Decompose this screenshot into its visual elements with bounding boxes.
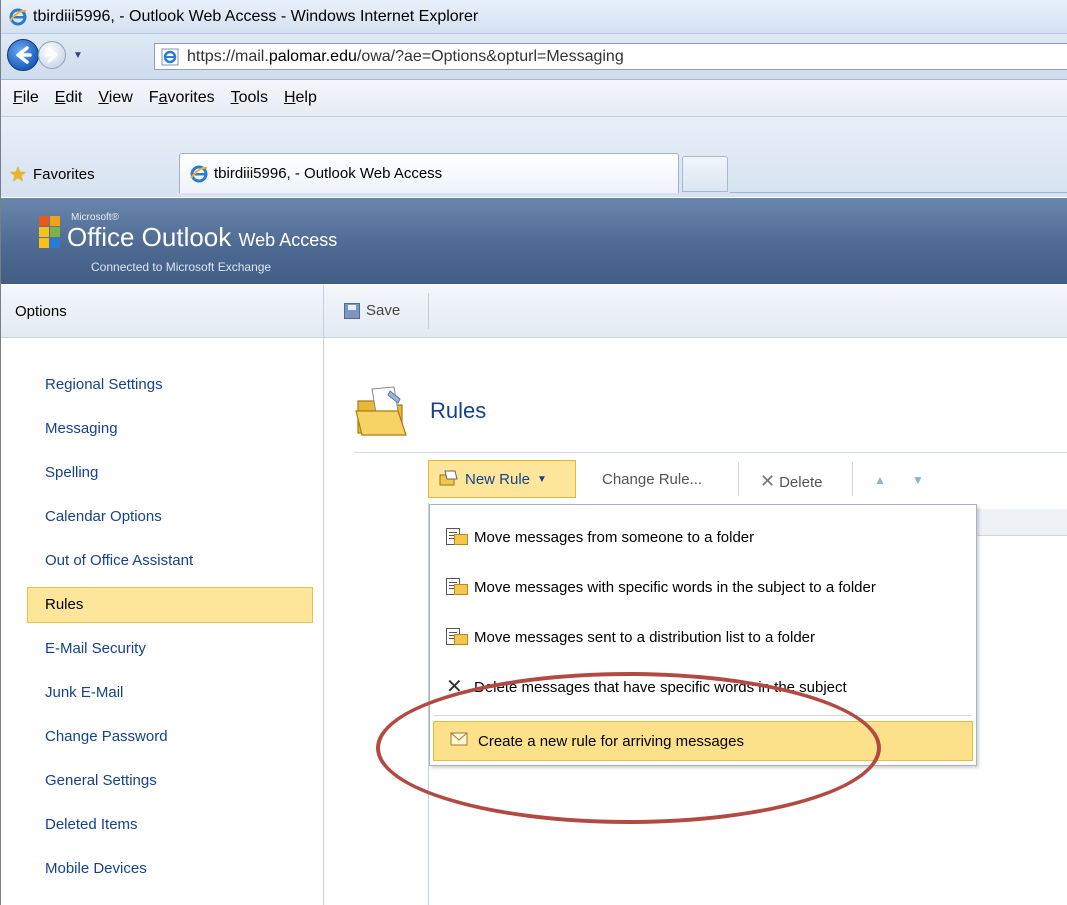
sidebar-item-out-of-office[interactable]: Out of Office Assistant xyxy=(1,539,323,583)
rules-toolbar: New Rule ▼ Change Rule... ✕ Delete ▲ ▼ xyxy=(428,454,1067,504)
sidebar-item-junk-email[interactable]: Junk E-Mail xyxy=(1,671,323,715)
rule-template-icon xyxy=(446,578,468,596)
menu-tools[interactable]: Tools xyxy=(231,89,268,107)
sidebar-item-change-password[interactable]: Change Password xyxy=(1,715,323,759)
tab-ie-icon xyxy=(190,165,208,183)
page-title: Rules xyxy=(430,398,487,423)
menu-view[interactable]: View xyxy=(98,89,132,107)
toolbar-divider xyxy=(852,462,853,496)
ie-logo-icon xyxy=(9,8,27,26)
delete-label: Delete xyxy=(779,474,823,491)
title-bar: tbirdiii5996, - Outlook Web Access - Win… xyxy=(1,0,1067,34)
rules-folder-icon xyxy=(354,385,410,439)
toolbar-divider xyxy=(738,462,739,496)
rule-template-icon xyxy=(446,628,468,646)
sidebar-item-calendar-options[interactable]: Calendar Options xyxy=(1,495,323,539)
menu-item-move-with-words[interactable]: Move messages with specific words in the… xyxy=(430,563,976,611)
sidebar-item-regional-settings[interactable]: Regional Settings xyxy=(1,363,323,407)
owa-header: Microsoft® Office Outlook Web Access Con… xyxy=(1,198,1067,284)
brand-title: Office Outlook Web Access xyxy=(67,222,338,252)
new-rule-label: New Rule xyxy=(465,470,531,488)
menu-favorites[interactable]: Favorites xyxy=(149,89,215,107)
save-button[interactable]: Save xyxy=(344,302,400,319)
menu-item-move-distribution-list[interactable]: Move messages sent to a distribution lis… xyxy=(430,613,976,661)
delete-button[interactable]: ✕ Delete xyxy=(760,471,822,492)
menu-item-move-from-someone[interactable]: Move messages from someone to a folder xyxy=(430,513,976,561)
url-text: https://mail.palomar.edu/owa/?ae=Options… xyxy=(187,47,624,65)
options-sidebar: Options Regional Settings Messaging Spel… xyxy=(1,285,324,905)
brand-subtitle: Connected to Microsoft Exchange xyxy=(91,260,272,274)
sidebar-item-deleted-items[interactable]: Deleted Items xyxy=(1,803,323,847)
sidebar-header: Options xyxy=(1,285,323,338)
menu-help[interactable]: Help xyxy=(284,89,317,107)
new-rule-button[interactable]: New Rule ▼ xyxy=(428,460,576,498)
browser-window: tbirdiii5996, - Outlook Web Access - Win… xyxy=(0,0,1067,905)
sidebar-item-email-security[interactable]: E-Mail Security xyxy=(1,627,323,671)
toolbar-divider xyxy=(428,293,429,329)
page-ie-icon xyxy=(161,48,179,66)
favorites-label: Favorites xyxy=(32,166,95,183)
new-rule-icon xyxy=(439,470,459,489)
title-divider xyxy=(354,452,1067,453)
forward-button[interactable] xyxy=(38,41,66,69)
tab-strip-line xyxy=(730,192,1067,193)
tab-label: tbirdiii5996, - Outlook Web Access xyxy=(214,165,443,182)
browser-tab-active[interactable]: tbirdiii5996, - Outlook Web Access xyxy=(179,153,679,193)
address-toolbar: ▼ https://mail.palomar.edu/owa/?ae=Optio… xyxy=(1,34,1067,80)
save-label: Save xyxy=(366,302,401,319)
annotation-circle xyxy=(376,672,881,824)
office-logo-icon xyxy=(39,212,63,252)
back-button[interactable] xyxy=(7,39,39,71)
favorites-bar: ★ Favorites tbirdiii5996, - Outlook Web … xyxy=(1,117,1067,197)
sidebar-title: Options xyxy=(15,302,67,320)
recent-pages-dropdown-icon[interactable]: ▼ xyxy=(73,50,83,61)
chevron-down-icon: ▼ xyxy=(537,473,547,485)
sidebar-list: Regional Settings Messaging Spelling Cal… xyxy=(1,363,323,891)
move-down-icon[interactable]: ▼ xyxy=(912,473,924,487)
delete-x-icon: ✕ xyxy=(760,471,776,491)
window-title: tbirdiii5996, - Outlook Web Access - Win… xyxy=(33,7,479,25)
change-rule-button[interactable]: Change Rule... xyxy=(602,471,702,488)
menu-bar: File Edit View Favorites Tools Help xyxy=(1,80,1067,117)
address-bar[interactable]: https://mail.palomar.edu/owa/?ae=Options… xyxy=(154,43,1067,70)
menu-edit[interactable]: Edit xyxy=(55,89,83,107)
new-tab-button[interactable] xyxy=(682,156,728,192)
floppy-disk-icon xyxy=(344,302,360,319)
move-up-icon[interactable]: ▲ xyxy=(874,473,886,487)
options-toolbar: Save xyxy=(324,285,1067,338)
arrow-right-icon xyxy=(44,47,58,63)
sidebar-item-spelling[interactable]: Spelling xyxy=(1,451,323,495)
sidebar-item-general-settings[interactable]: General Settings xyxy=(1,759,323,803)
sidebar-item-mobile-devices[interactable]: Mobile Devices xyxy=(1,847,323,891)
sidebar-item-messaging[interactable]: Messaging xyxy=(1,407,323,451)
favorites-button[interactable]: ★ Favorites xyxy=(9,162,95,187)
arrow-left-icon xyxy=(16,46,32,64)
sidebar-item-rules[interactable]: Rules xyxy=(27,587,313,623)
menu-file[interactable]: File xyxy=(13,89,39,107)
star-icon: ★ xyxy=(9,164,27,186)
rule-template-icon xyxy=(446,528,468,546)
